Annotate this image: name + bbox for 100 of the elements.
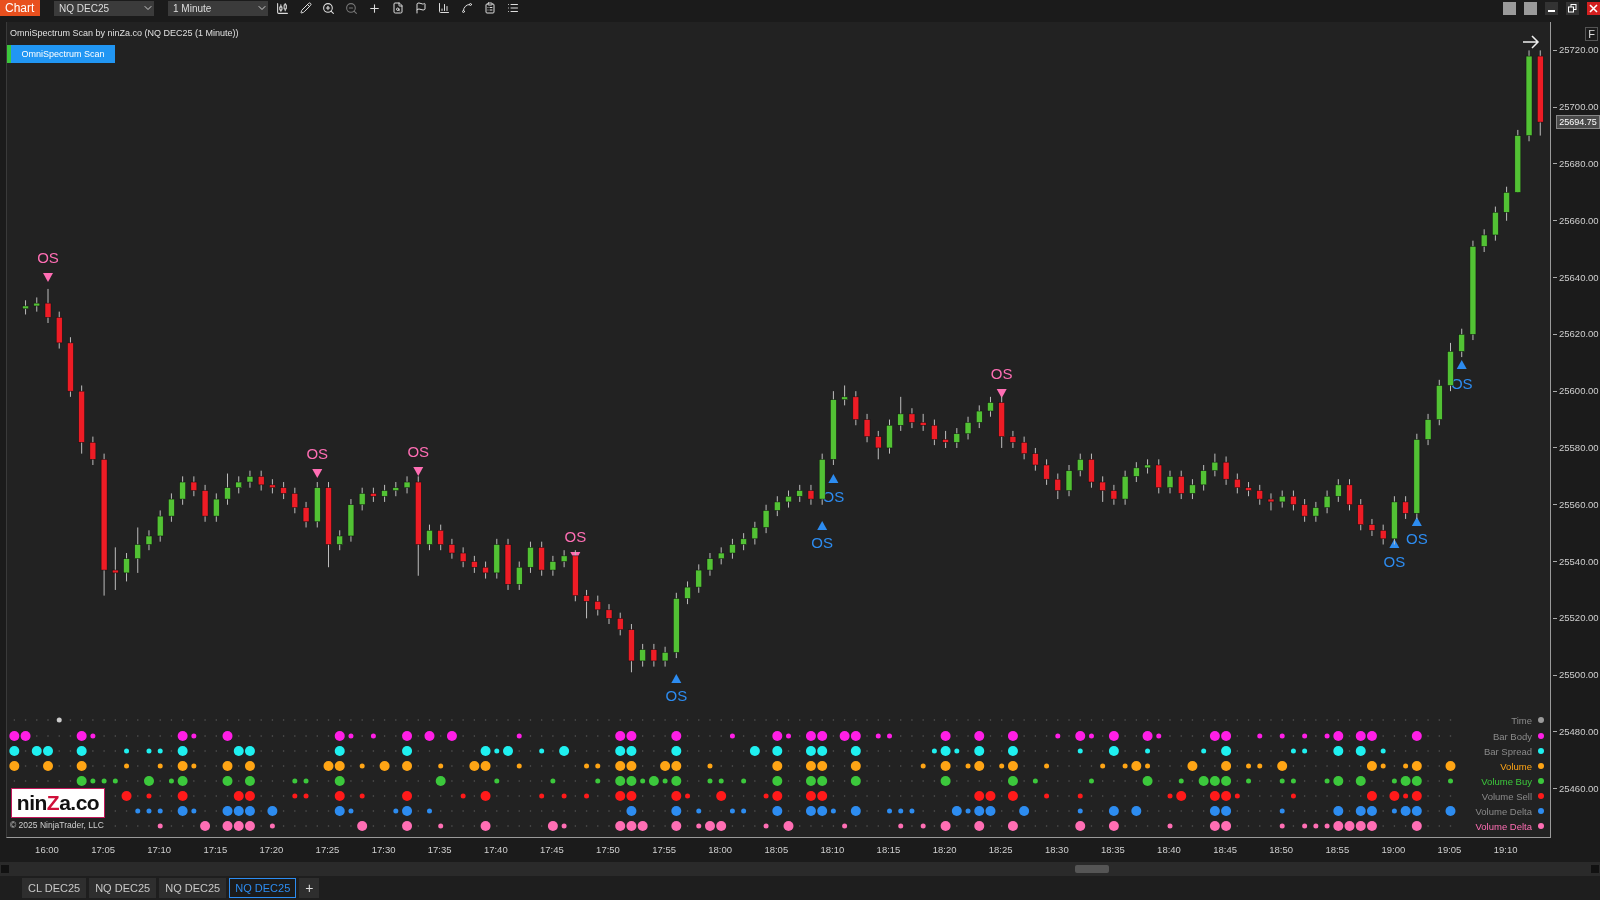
candle xyxy=(1009,430,1017,449)
candle xyxy=(213,492,220,523)
scan-row-label: Volume Sell xyxy=(1481,790,1532,802)
time-label: 17:35 xyxy=(427,844,452,855)
candle xyxy=(1391,495,1398,545)
candle xyxy=(44,288,52,324)
candle xyxy=(403,475,411,494)
candle xyxy=(381,484,388,503)
time-label: 18:45 xyxy=(1213,844,1237,855)
instrument-tab[interactable]: NQ DEC25 xyxy=(159,878,227,898)
scan-row-label: Volume xyxy=(1500,760,1532,772)
pencil-icon[interactable] xyxy=(297,0,314,16)
copyright-text: © 2025 NinjaTrader, LLC xyxy=(10,820,104,830)
candle xyxy=(504,538,512,591)
candle xyxy=(448,538,456,560)
candle xyxy=(269,478,276,494)
axis-button[interactable]: F xyxy=(1585,27,1598,41)
candle xyxy=(1133,461,1140,483)
candle xyxy=(67,336,74,398)
candle xyxy=(224,473,231,506)
candle xyxy=(1054,473,1062,500)
candle xyxy=(1177,470,1185,500)
chart-tab[interactable]: Chart xyxy=(0,0,40,16)
instrument-tab[interactable]: NQ DEC25 xyxy=(229,878,297,898)
candle xyxy=(314,481,321,528)
candle xyxy=(1234,473,1241,494)
time-label: 18:10 xyxy=(820,844,845,855)
candle xyxy=(1211,453,1219,477)
time-label: 18:25 xyxy=(988,844,1013,855)
candle xyxy=(1032,447,1039,472)
candle xyxy=(807,484,815,506)
instrument-dropdown[interactable]: NQ DEC25 xyxy=(54,0,154,16)
candle xyxy=(897,396,904,432)
scroll-thumb[interactable] xyxy=(1075,865,1109,873)
candle xyxy=(1278,490,1286,509)
candle xyxy=(998,396,1005,449)
logo: ninZa.co xyxy=(11,788,105,818)
candle xyxy=(886,419,893,455)
time-label: 17:20 xyxy=(259,844,284,855)
candle xyxy=(392,481,400,497)
candle xyxy=(1144,458,1151,474)
candle xyxy=(1323,490,1331,514)
candle xyxy=(156,509,164,543)
candle xyxy=(358,487,366,511)
scrollbar[interactable] xyxy=(0,862,1600,876)
interval-dropdown[interactable]: 1 Minute xyxy=(168,0,268,16)
candle xyxy=(673,592,680,659)
time-label: 18:50 xyxy=(1269,844,1294,855)
candle xyxy=(1020,436,1028,460)
candle xyxy=(785,490,792,509)
triangle-down-icon xyxy=(312,469,323,478)
candle xyxy=(594,595,602,616)
candle xyxy=(1077,453,1084,477)
zoom-out-icon[interactable] xyxy=(343,0,360,16)
candle xyxy=(875,430,882,460)
candle xyxy=(246,470,254,489)
candle xyxy=(493,538,501,580)
time-label: 17:40 xyxy=(483,844,508,855)
time-label: 17:45 xyxy=(540,844,564,855)
time-label: 18:00 xyxy=(708,844,733,855)
close-icon[interactable] xyxy=(1587,1,1600,15)
minimize-icon[interactable] xyxy=(1545,1,1558,15)
zoom-in-icon[interactable] xyxy=(320,0,337,16)
window-tile-icon[interactable] xyxy=(1524,1,1537,15)
candle xyxy=(89,436,97,466)
candle xyxy=(1267,492,1275,511)
candle xyxy=(1290,490,1297,511)
signal-label: OS xyxy=(407,443,430,460)
candle xyxy=(1099,475,1106,503)
instrument-tab[interactable]: CL DEC25 xyxy=(22,878,87,898)
triangle-up-icon xyxy=(671,674,682,683)
candle xyxy=(280,481,287,500)
candle xyxy=(471,555,478,574)
window-tile-icon[interactable] xyxy=(1503,1,1516,15)
restore-icon[interactable] xyxy=(1566,1,1579,15)
triangle-down-icon xyxy=(996,389,1007,398)
candlestick-icon[interactable] xyxy=(274,0,291,16)
candle xyxy=(190,475,198,497)
time-label: 16:00 xyxy=(35,844,59,855)
candle xyxy=(22,299,29,315)
time-label: 18:15 xyxy=(876,844,901,855)
scan-row-label: Time xyxy=(1511,714,1532,726)
signal-label: OS xyxy=(1406,530,1428,547)
add-tab-button[interactable]: + xyxy=(299,878,320,898)
arrow-right-icon xyxy=(1522,35,1540,49)
candle xyxy=(1222,456,1230,486)
candle xyxy=(1245,481,1252,497)
triangle-up-icon xyxy=(828,474,839,483)
candle xyxy=(1346,478,1353,511)
instrument-tab[interactable]: NQ DEC25 xyxy=(89,878,157,898)
time-label: 17:55 xyxy=(652,844,676,855)
scan-row-label: Bar Spread xyxy=(1483,745,1532,757)
candle xyxy=(1447,342,1454,392)
candle xyxy=(1189,478,1196,500)
time-label: 18:30 xyxy=(1044,844,1069,855)
candle xyxy=(145,529,153,551)
candle xyxy=(1503,186,1510,222)
candle xyxy=(123,552,130,582)
candle xyxy=(1436,379,1443,426)
candle xyxy=(336,529,343,551)
